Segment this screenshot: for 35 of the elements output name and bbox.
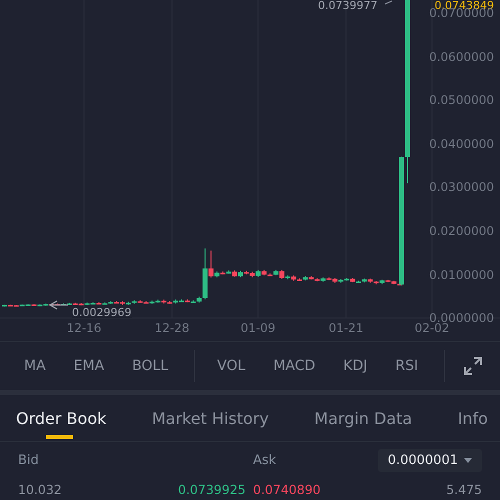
indicator-button[interactable]: MACD — [261, 358, 328, 374]
indicator-button[interactable]: BOLL — [120, 358, 180, 374]
leader-line — [384, 0, 392, 4]
tab[interactable]: Market History — [152, 395, 269, 441]
axis-label: 0.0600000 — [429, 50, 494, 64]
indicator-button[interactable]: MA — [12, 358, 58, 374]
column-header: Bid — [18, 452, 40, 468]
low-price-label: 0.0029969 — [72, 307, 132, 318]
axis-label: 0.0500000 — [429, 93, 494, 108]
axis-label: 01-21 — [328, 321, 364, 335]
axis-label: 0.0200000 — [429, 224, 494, 238]
tab[interactable]: Order Book — [16, 395, 106, 441]
axis-label: 02-02 — [414, 321, 450, 335]
axis-label: 0.0400000 — [429, 136, 494, 151]
axis-label: 01-09 — [240, 321, 276, 335]
tab[interactable]: Info — [458, 395, 488, 441]
ask-price: 0.0740890 — [253, 482, 322, 496]
axis-label: 0.0100000 — [429, 268, 494, 282]
bid-price: 0.0739925 — [178, 482, 247, 496]
indicator-button[interactable]: VOL — [205, 358, 258, 374]
expand-icon[interactable] — [463, 356, 484, 376]
precision-dropdown[interactable]: 0.0000001 — [378, 448, 482, 472]
axis-label: 0.0300000 — [429, 180, 494, 194]
indicator-button[interactable]: RSI — [383, 358, 430, 374]
indicator-button[interactable]: EMA — [62, 358, 116, 374]
indicator-button[interactable]: KDJ — [331, 358, 380, 374]
high-price-label: 0.0739977 — [318, 0, 378, 11]
axis-label: 12-28 — [154, 321, 190, 335]
ask-amount: 5.475 — [446, 482, 482, 496]
arrow-icon — [48, 300, 69, 310]
column-header: Ask — [253, 452, 278, 468]
bid-amount: 10.032 — [18, 482, 63, 496]
caret-icon — [464, 458, 472, 462]
axis-label: 12-16 — [66, 321, 102, 335]
tab[interactable]: Margin Data — [314, 395, 412, 441]
